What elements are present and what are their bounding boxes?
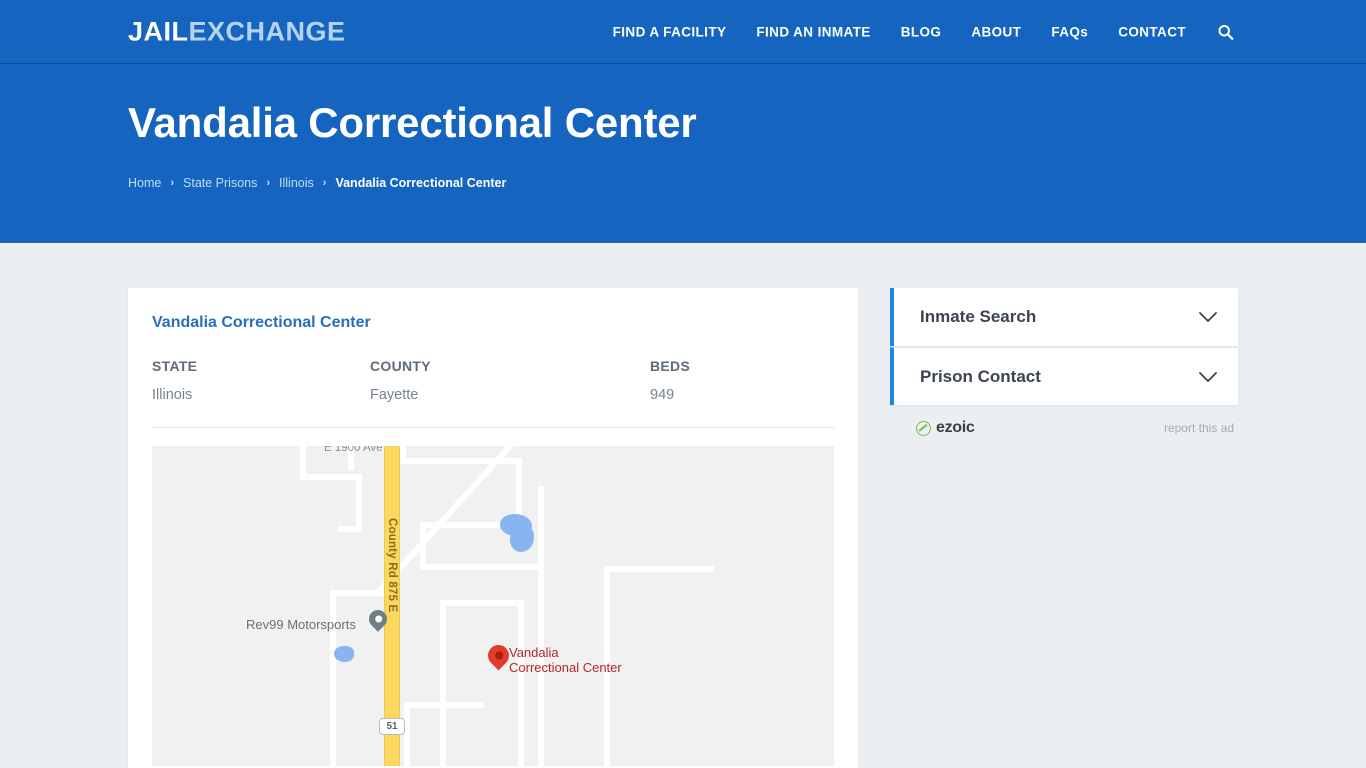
site-header: JAILEXCHANGE FIND A FACILITY FIND AN INM… xyxy=(0,0,1366,64)
map-road xyxy=(338,526,362,532)
fact-state-label: STATE xyxy=(152,358,198,374)
map-highway-shield: 51 xyxy=(379,718,405,735)
fact-beds-label: BEDS xyxy=(650,358,691,374)
breadcrumb-separator-icon: › xyxy=(170,177,175,190)
ezoic-logo[interactable]: ezoic xyxy=(916,419,975,437)
nav-item-contact[interactable]: CONTACT xyxy=(1103,16,1201,47)
page-title: Vandalia Correctional Center xyxy=(128,99,697,146)
fact-beds-value: 949 xyxy=(650,387,675,403)
fact-state: STATE Illinois xyxy=(152,358,370,403)
site-logo[interactable]: JAILEXCHANGE xyxy=(128,16,346,47)
map-poi-label: Rev99 Motorsports xyxy=(246,617,356,632)
accordion-prison-contact[interactable]: Prison Contact xyxy=(890,347,1238,405)
search-button[interactable] xyxy=(1201,17,1238,46)
ad-disclosure-bar: ezoic report this ad xyxy=(890,419,1238,437)
fact-county: COUNTY Fayette xyxy=(370,358,650,403)
ezoic-mark-icon xyxy=(916,420,931,436)
map-road xyxy=(604,566,714,572)
hero-banner: Vandalia Correctional Center Home › Stat… xyxy=(0,64,1366,243)
page-body: Vandalia Correctional Center STATE Illin… xyxy=(0,243,1366,768)
nav-item-faqs[interactable]: FAQs xyxy=(1036,16,1103,47)
nav-item-find-a-facility[interactable]: FIND A FACILITY xyxy=(598,16,742,47)
map-road xyxy=(538,486,544,766)
sidebar: Inmate Search Prison Contact ezoic repor… xyxy=(890,288,1238,437)
logo-text-jail: JAIL xyxy=(128,16,189,46)
map-road xyxy=(404,702,410,766)
map-highway-label: County Rd 875 E xyxy=(386,518,398,613)
map-street-label: E 1900 Ave xyxy=(324,446,383,454)
location-map[interactable]: County Rd 875 E 51 E 1900 Ave Rev99 Moto… xyxy=(152,446,834,766)
map-marker-label-line1: Vandalia xyxy=(509,645,559,660)
report-this-ad-link[interactable]: report this ad xyxy=(1164,421,1234,435)
map-road xyxy=(420,564,544,570)
map-road xyxy=(400,458,522,464)
logo-text-exchange: EXCHANGE xyxy=(188,16,346,46)
accordion-prison-contact-label: Prison Contact xyxy=(920,366,1041,386)
nav-item-find-an-inmate[interactable]: FIND AN INMATE xyxy=(741,16,885,47)
map-road xyxy=(300,474,362,480)
map-marker-label-line2: Correctional Center xyxy=(509,659,622,675)
fact-county-value: Fayette xyxy=(370,387,419,403)
facility-facts: STATE Illinois COUNTY Fayette BEDS 949 xyxy=(152,358,834,428)
facility-name-link[interactable]: Vandalia Correctional Center xyxy=(152,314,834,332)
map-road xyxy=(356,474,362,532)
breadcrumb-item-current: Vandalia Correctional Center xyxy=(335,176,507,191)
map-water xyxy=(334,646,354,662)
ezoic-wordmark: ezoic xyxy=(936,419,975,436)
facility-card: Vandalia Correctional Center STATE Illin… xyxy=(128,288,858,768)
accordion-inmate-search[interactable]: Inmate Search xyxy=(890,288,1238,346)
map-road xyxy=(518,600,524,766)
breadcrumb-separator-icon: › xyxy=(322,177,327,190)
accordion-inmate-search-label: Inmate Search xyxy=(920,307,1037,326)
chevron-down-icon xyxy=(1199,312,1217,322)
chevron-down-icon xyxy=(1199,371,1217,382)
breadcrumb: Home › State Prisons › Illinois › Vandal… xyxy=(128,176,1366,190)
fact-beds: BEDS 949 xyxy=(650,358,830,403)
map-road xyxy=(404,702,484,708)
breadcrumb-separator-icon: › xyxy=(266,177,271,190)
main-navigation: FIND A FACILITY FIND AN INMATE BLOG ABOU… xyxy=(598,16,1238,47)
search-icon xyxy=(1218,24,1234,40)
breadcrumb-item-state-prisons[interactable]: State Prisons xyxy=(183,176,257,190)
fact-county-label: COUNTY xyxy=(370,358,431,374)
fact-state-value: Illinois xyxy=(152,387,193,403)
breadcrumb-item-home[interactable]: Home xyxy=(128,176,161,190)
nav-item-about[interactable]: ABOUT xyxy=(956,16,1036,47)
nav-item-blog[interactable]: BLOG xyxy=(886,16,957,47)
map-road xyxy=(440,600,524,606)
map-road xyxy=(440,600,446,766)
breadcrumb-item-illinois[interactable]: Illinois xyxy=(279,176,314,190)
map-water xyxy=(510,526,534,552)
